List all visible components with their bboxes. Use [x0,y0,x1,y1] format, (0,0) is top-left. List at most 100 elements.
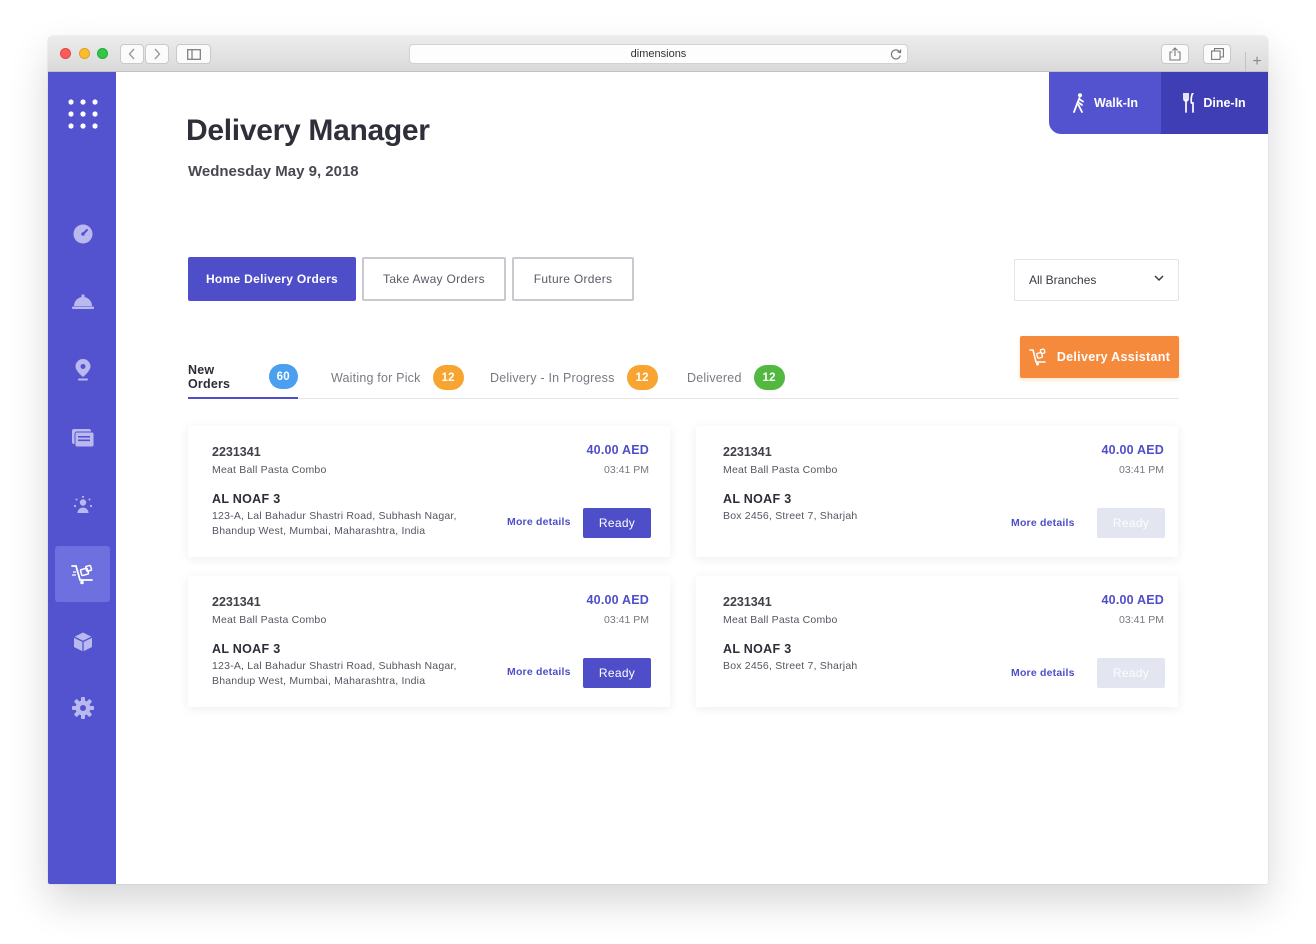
back-button[interactable] [120,44,144,64]
order-price: 40.00 AED [1101,593,1164,607]
ready-button[interactable]: Ready [583,508,651,538]
page-title: Delivery Manager [186,114,430,147]
settings-gear-icon [71,697,94,719]
food-cloche-icon [71,294,94,309]
walk-in-button[interactable]: Walk-In [1049,72,1161,134]
fork-knife-icon [1183,93,1195,113]
address-bar[interactable]: dimensions [409,44,908,64]
order-card: 2231341 Meat Ball Pasta Combo 40.00 AED … [696,426,1178,557]
chevron-right-icon [154,48,161,60]
order-time: 03:41 PM [1119,464,1164,476]
sidebar-item-orders[interactable] [55,410,110,466]
tab-home-delivery-orders[interactable]: Home Delivery Orders [188,257,356,301]
sidebar-item-dashboard[interactable] [55,206,110,262]
delivery-trolley-icon [70,564,93,585]
dine-in-label: Dine-In [1203,96,1246,110]
dashboard-gauge-icon [73,224,92,244]
order-time: 03:41 PM [1119,614,1164,626]
delivery-in-progress-count-badge: 12 [626,365,658,390]
address-bar-text: dimensions [630,48,687,60]
order-time: 03:41 PM [604,614,649,626]
tabs-icon [1210,48,1224,60]
order-id: 2231341 [212,595,261,609]
ready-button[interactable]: Ready [583,658,651,688]
order-card: 2231341 Meat Ball Pasta Combo 40.00 AED … [188,426,670,557]
forward-button[interactable] [145,44,169,64]
browser-window: dimensions + Delivery Manager Wednesday … [48,36,1268,884]
apps-grid-icon [67,99,98,129]
order-address: 123-A, Lal Bahadur Shastri Road, Subhash… [212,660,457,687]
tabs-overview-button[interactable] [1203,44,1231,64]
more-details-link[interactable]: More details [507,516,571,528]
sidebar-toggle-button[interactable] [176,44,211,64]
delivery-assistant-button[interactable]: Delivery Assistant [1020,336,1179,378]
order-area: AL NOAF 3 [723,492,792,506]
share-button[interactable] [1161,44,1189,64]
share-icon [1169,47,1181,61]
order-price: 40.00 AED [586,443,649,457]
order-address: Box 2456, Street 7, Sharjah [723,660,858,672]
minimize-window-button[interactable] [79,48,90,59]
chevron-left-icon [128,48,135,60]
order-card: 2231341 Meat Ball Pasta Combo 40.00 AED … [696,576,1178,707]
order-time: 03:41 PM [604,464,649,476]
order-type-tabs: Home Delivery Orders Take Away Orders Fu… [188,257,634,301]
delivered-count-badge: 12 [753,365,785,390]
orders-list-icon [71,429,94,447]
branch-select-value: All Branches [1029,273,1097,287]
tab-waiting-for-pick-label: Waiting for Pick [331,370,421,385]
order-card: 2231341 Meat Ball Pasta Combo 40.00 AED … [188,576,670,707]
branch-select[interactable]: All Branches [1014,259,1179,301]
sidebar-item-settings[interactable] [55,680,110,736]
sidebar-item-menu[interactable] [55,274,110,330]
tab-new-orders-label: New Orders [188,362,231,391]
location-pin-icon [75,359,90,381]
more-details-link[interactable]: More details [1011,517,1075,529]
dine-in-button[interactable]: Dine-In [1161,72,1268,134]
tab-waiting-for-pick[interactable]: Waiting for Pick 12 [331,356,464,399]
more-details-link[interactable]: More details [507,666,571,678]
order-address: 123-A, Lal Bahadur Shastri Road, Subhash… [212,510,457,537]
app-sidebar [48,72,116,884]
order-item: Meat Ball Pasta Combo [212,614,327,626]
chevron-down-icon [1154,275,1164,282]
inventory-box-icon [73,632,92,652]
walk-in-label: Walk-In [1094,96,1138,110]
walking-person-icon [1073,93,1084,113]
page-date: Wednesday May 9, 2018 [188,163,359,180]
tab-new-orders[interactable]: New Orders 60 [188,356,298,399]
sidebar-item-inventory[interactable] [55,614,110,670]
order-item: Meat Ball Pasta Combo [723,614,838,626]
sidebar-panel-icon [186,48,201,60]
order-id: 2231341 [212,445,261,459]
new-orders-count-badge: 60 [268,364,298,389]
waiting-for-pick-count-badge: 12 [432,365,464,390]
new-tab-button[interactable]: + [1245,52,1268,72]
sidebar-item-apps[interactable] [55,86,110,142]
ready-button-disabled[interactable]: Ready [1097,508,1165,538]
tab-delivered[interactable]: Delivered 12 [687,356,785,399]
order-price: 40.00 AED [1101,443,1164,457]
order-area: AL NOAF 3 [723,642,792,656]
sidebar-item-staff[interactable] [55,478,110,534]
order-address: Box 2456, Street 7, Sharjah [723,510,858,522]
sidebar-item-locations[interactable] [55,342,110,398]
order-item: Meat Ball Pasta Combo [723,464,838,476]
more-details-link[interactable]: More details [1011,667,1075,679]
staff-icon [73,496,92,513]
tab-delivery-in-progress[interactable]: Delivery - In Progress 12 [490,356,658,399]
close-window-button[interactable] [60,48,71,59]
reload-icon[interactable] [889,47,903,61]
sidebar-item-delivery[interactable] [55,546,110,602]
tab-take-away-orders[interactable]: Take Away Orders [362,257,506,301]
plus-icon: + [1252,53,1262,70]
order-item: Meat Ball Pasta Combo [212,464,327,476]
delivery-trolley-icon [1029,348,1046,366]
tab-future-orders[interactable]: Future Orders [512,257,634,301]
delivery-assistant-label: Delivery Assistant [1056,350,1171,364]
service-mode-toggle: Walk-In Dine-In [1049,72,1268,134]
ready-button-disabled[interactable]: Ready [1097,658,1165,688]
order-id: 2231341 [723,445,772,459]
zoom-window-button[interactable] [97,48,108,59]
main-content: Delivery Manager Wednesday May 9, 2018 W… [116,72,1268,884]
